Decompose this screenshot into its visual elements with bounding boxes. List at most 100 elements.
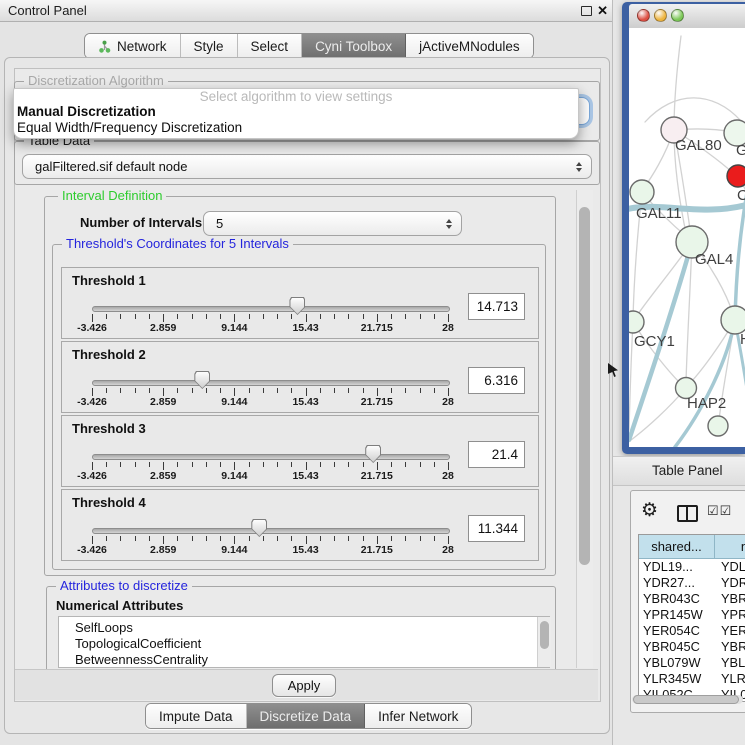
attributes-list-scrollbar-thumb[interactable] [540,621,549,649]
table-hscrollbar-thumb[interactable] [633,695,739,704]
tick-mark [291,314,292,319]
network-node[interactable] [629,311,644,333]
slider-track[interactable] [92,380,450,386]
table-row[interactable]: YDR27...YDR2 [639,575,745,591]
tick-mark [106,314,107,319]
slider-thumb[interactable] [251,519,267,537]
table-cell-shared-name: YBR045C [639,639,715,655]
traffic-light-close-icon[interactable] [637,9,650,22]
column-header-shared-name[interactable]: shared... [639,535,715,558]
tab-cyni-toolbox[interactable]: Cyni Toolbox [302,34,406,58]
table-rows: YDL19...YDL1YDR27...YDR2YBR043CYBR0YPR14… [639,559,745,702]
attributes-list-scrollbar[interactable] [537,617,551,667]
tick-mark [405,314,406,319]
network-node[interactable] [721,306,745,334]
threshold-row: Threshold 2-3.4262.8599.14415.4321.71528… [61,341,539,413]
tick-mark [306,388,307,396]
tab-impute-data[interactable]: Impute Data [146,704,247,728]
attribute-list-item[interactable]: SelfLoops [59,620,549,636]
network-graph[interactable]: GAL80GACGAL11GAL4GCY1HHAP2 [629,28,745,447]
tab-discretize-data[interactable]: Discretize Data [247,704,366,728]
network-edge[interactable] [629,322,633,430]
apply-button[interactable]: Apply [272,674,336,697]
table-row[interactable]: YBR045CYBR0 [639,639,745,655]
table-data-combo[interactable]: galFiltered.sif default node [22,154,592,179]
tick-mark [320,462,321,467]
gear-icon[interactable]: ⚙ [641,501,658,520]
table-row[interactable]: YBL079WYBL0 [639,655,745,671]
network-edge[interactable] [674,36,681,130]
tick-label: 2.859 [150,396,176,408]
table-row[interactable]: YPR145WYPR1 [639,607,745,623]
slider-track[interactable] [92,306,450,312]
attribute-list-item[interactable]: BetweennessCentrality [59,652,549,668]
node-table: shared... n YDL19...YDL1YDR27...YDR2YBR0… [638,534,745,702]
network-edge[interactable] [645,98,741,122]
network-canvas[interactable]: GAL80GACGAL11GAL4GCY1HHAP2 [629,28,745,447]
tick-mark [291,388,292,393]
numerical-attributes-list: SelfLoopsTopologicalCoefficientBetweenne… [58,616,550,668]
tab-network[interactable]: Network [85,34,181,58]
slider-track[interactable] [92,528,450,534]
tick-mark [363,536,364,541]
tick-label: 28 [442,322,454,334]
column-checkbox-icons[interactable]: ☑☑ [707,503,732,519]
tab-label: Infer Network [378,709,458,724]
number-of-intervals-combo[interactable]: 5 [203,211,462,236]
tick-mark [434,388,435,393]
slider-thumb[interactable] [365,445,381,463]
tick-mark [177,388,178,393]
network-node-label: C [737,187,745,204]
tick-mark [420,388,421,393]
settings-scrollbar-thumb[interactable] [579,207,590,565]
network-node-label: GCY1 [634,333,675,350]
tick-mark [177,462,178,467]
tab-label: Select [251,39,289,54]
slider-track[interactable] [92,454,450,460]
thresholds-group-title: Threshold's Coordinates for 5 Intervals [62,237,293,251]
tick-mark [348,462,349,467]
float-window-icon[interactable] [581,6,592,16]
settings-scrollbar[interactable] [576,190,593,668]
tick-mark [206,536,207,541]
threshold-value-field[interactable]: 6.316 [468,367,525,394]
table-row[interactable]: YLR345WYLR3 [639,671,745,687]
column-header-name[interactable]: n [715,535,745,558]
table-hscrollbar[interactable] [632,695,743,704]
tab-jactivemnodules[interactable]: jActiveMNodules [406,34,533,58]
threshold-value-field[interactable]: 21.4 [468,441,525,468]
table-row[interactable]: YBR043CYBR0 [639,591,745,607]
tick-mark [192,314,193,319]
traffic-light-minimize-icon[interactable] [654,9,667,22]
threshold-row: Threshold 3-3.4262.8599.14415.4321.71528… [61,415,539,487]
network-node[interactable] [708,416,728,436]
tick-mark [263,314,264,319]
table-row[interactable]: YER054CYER0 [639,623,745,639]
threshold-label: Threshold 3 [72,421,146,436]
table-row[interactable]: YDL19...YDL1 [639,559,745,575]
attribute-list-item[interactable]: TopologicalCoefficient [59,636,549,652]
menu-item-manual-discretization[interactable]: Manual Discretization [17,104,156,120]
network-node[interactable] [727,165,745,187]
tick-mark [249,536,250,541]
tick-mark [106,462,107,467]
close-icon[interactable]: ✕ [597,3,608,19]
threshold-value-field[interactable]: 14.713 [468,293,525,320]
network-view-window[interactable]: GAL80GACGAL11GAL4GCY1HHAP2 [622,2,745,454]
network-icon [98,40,111,53]
slider-thumb[interactable] [194,371,210,389]
tab-style[interactable]: Style [181,34,238,58]
menu-item-equal-width-frequency[interactable]: Equal Width/Frequency Discretization [17,120,242,136]
tick-mark [234,314,235,322]
tick-mark [192,388,193,393]
split-table-icon[interactable] [677,505,698,522]
threshold-value-field[interactable]: 11.344 [468,515,525,542]
tab-select[interactable]: Select [238,34,303,58]
tick-mark [220,314,221,319]
traffic-light-zoom-icon[interactable] [671,9,684,22]
tab-infer-network[interactable]: Infer Network [365,704,471,728]
slider-thumb[interactable] [289,297,305,315]
tick-mark [192,536,193,541]
network-node[interactable] [630,180,654,204]
table-cell-shared-name: YDL19... [639,559,715,575]
